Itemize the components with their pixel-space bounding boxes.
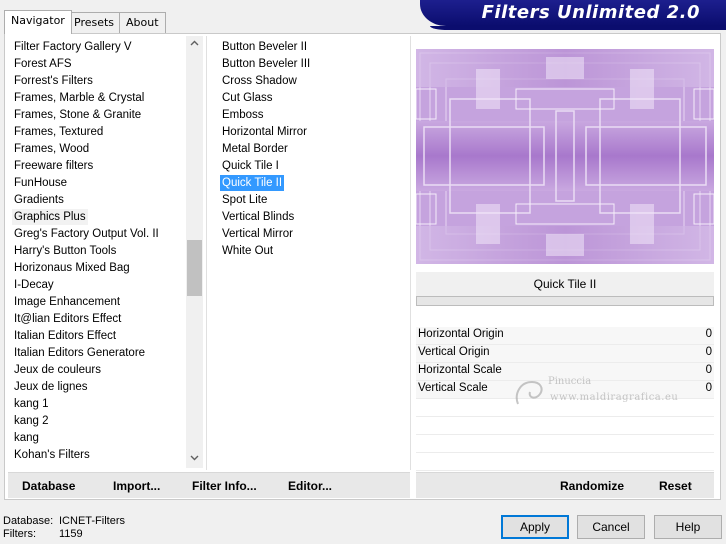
- parameter-label: Vertical Origin: [418, 346, 490, 358]
- database-value: ICNET-Filters: [59, 515, 125, 527]
- tab-presets[interactable]: Presets: [67, 12, 122, 33]
- parameter-label: Vertical Scale: [418, 382, 488, 394]
- tab-about[interactable]: About: [119, 12, 166, 33]
- category-item[interactable]: Frames, Stone & Granite: [12, 107, 143, 123]
- filter-item[interactable]: Cross Shadow: [220, 73, 299, 89]
- category-item[interactable]: Greg's Factory Output Vol. II: [12, 226, 161, 242]
- parameter-value[interactable]: 0: [706, 364, 712, 376]
- category-item[interactable]: kang 1: [12, 396, 51, 412]
- filter-preview-image: [415, 49, 715, 264]
- parameter-row[interactable]: Horizontal Origin 0: [416, 327, 714, 345]
- category-item[interactable]: Forrest's Filters: [12, 73, 95, 89]
- reset-button[interactable]: Reset: [659, 479, 692, 493]
- filters-count-value: 1159: [59, 528, 83, 540]
- help-button[interactable]: Help: [654, 515, 722, 539]
- filter-info-button[interactable]: Filter Info...: [192, 479, 257, 493]
- filter-item[interactable]: Vertical Blinds: [220, 209, 296, 225]
- database-label: Database:: [3, 515, 54, 527]
- scroll-thumb[interactable]: [187, 240, 202, 296]
- parameter-label: Horizontal Scale: [418, 364, 502, 376]
- category-item[interactable]: FunHouse: [12, 175, 69, 191]
- category-item[interactable]: Kohan's Filters: [12, 447, 92, 463]
- category-item[interactable]: Frames, Wood: [12, 141, 91, 157]
- parameter-row: [416, 435, 714, 453]
- filter-item[interactable]: Metal Border: [220, 141, 290, 157]
- filter-item[interactable]: Quick Tile II: [220, 175, 285, 191]
- watermark-name: Pinuccia: [548, 376, 592, 387]
- parameter-row: [416, 453, 714, 471]
- category-item[interactable]: Image Enhancement: [12, 294, 122, 310]
- category-item[interactable]: Harry's Button Tools: [12, 243, 118, 259]
- parameter-value[interactable]: 0: [706, 328, 712, 340]
- tab-navigator[interactable]: Navigator: [4, 10, 72, 34]
- category-item[interactable]: Jeux de couleurs: [12, 362, 103, 378]
- category-item[interactable]: I-Decay: [12, 277, 56, 293]
- category-item[interactable]: Freeware filters: [12, 158, 95, 174]
- parameter-value[interactable]: 0: [706, 382, 712, 394]
- category-scrollbar[interactable]: [186, 36, 203, 468]
- editor-button[interactable]: Editor...: [288, 479, 332, 493]
- filter-item[interactable]: Spot Lite: [220, 192, 269, 208]
- category-item[interactable]: Gradients: [12, 192, 66, 208]
- chevron-up-icon[interactable]: [186, 36, 203, 53]
- category-item[interactable]: Frames, Marble & Crystal: [12, 90, 146, 106]
- filter-item[interactable]: Emboss: [220, 107, 266, 123]
- chevron-down-icon[interactable]: [186, 451, 203, 468]
- filter-name-field: Quick Tile II: [416, 272, 714, 296]
- category-item[interactable]: Frames, Textured: [12, 124, 105, 140]
- filter-item[interactable]: Button Beveler III: [220, 56, 312, 72]
- filter-item[interactable]: Vertical Mirror: [220, 226, 295, 242]
- category-item[interactable]: Filter Factory Gallery V: [12, 39, 134, 55]
- progress-bar: [416, 296, 714, 306]
- category-item[interactable]: Italian Editors Effect: [12, 328, 118, 344]
- randomize-button[interactable]: Randomize: [560, 479, 624, 493]
- filter-item[interactable]: White Out: [220, 243, 275, 259]
- category-item[interactable]: Jeux de lignes: [12, 379, 90, 395]
- category-item[interactable]: kang 2: [12, 413, 51, 429]
- divider: [410, 36, 411, 470]
- filter-item[interactable]: Cut Glass: [220, 90, 275, 106]
- category-item[interactable]: Forest AFS: [12, 56, 74, 72]
- parameter-label: Horizontal Origin: [418, 328, 504, 340]
- apply-button[interactable]: Apply: [501, 515, 569, 539]
- parameter-value[interactable]: 0: [706, 346, 712, 358]
- app-title: Filters Unlimited 2.0: [481, 2, 700, 23]
- watermark-logo: Pinuccia www.maldiragrafica.eu: [510, 370, 690, 422]
- import-button[interactable]: Import...: [113, 479, 160, 493]
- filters-count-label: Filters:: [3, 528, 36, 540]
- divider: [206, 36, 207, 470]
- category-item[interactable]: kang: [12, 430, 41, 446]
- cancel-button[interactable]: Cancel: [577, 515, 645, 539]
- watermark-site: www.maldiragrafica.eu: [550, 392, 679, 403]
- parameter-row[interactable]: Vertical Origin 0: [416, 345, 714, 363]
- category-item[interactable]: Graphics Plus: [12, 209, 88, 225]
- category-item[interactable]: Horizonaus Mixed Bag: [12, 260, 132, 276]
- category-item[interactable]: Italian Editors Generatore: [12, 345, 147, 361]
- title-banner: Filters Unlimited 2.0: [420, 0, 726, 30]
- filter-item[interactable]: Button Beveler II: [220, 39, 309, 55]
- filter-item[interactable]: Horizontal Mirror: [220, 124, 309, 140]
- database-button[interactable]: Database: [22, 479, 75, 493]
- filter-item[interactable]: Quick Tile I: [220, 158, 281, 174]
- category-item[interactable]: It@lian Editors Effect: [12, 311, 123, 327]
